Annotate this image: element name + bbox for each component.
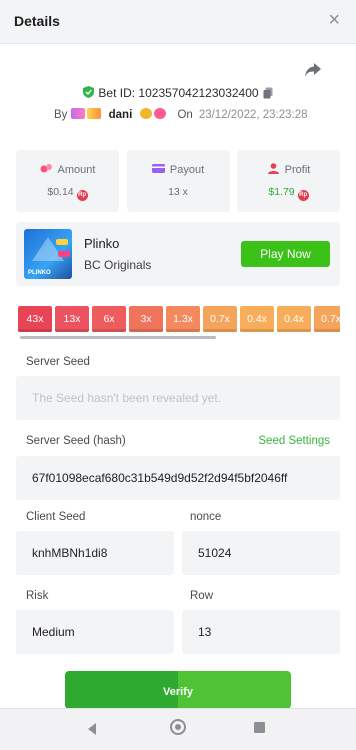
- coin-icon: Rp: [76, 190, 88, 201]
- server-seed-hash-field[interactable]: 67f01098ecaf680c31b549d9d52f2d94f5bf2046…: [16, 456, 340, 500]
- game-name: Plinko: [84, 236, 120, 251]
- client-seed-label: Client Seed: [26, 511, 86, 523]
- game-provider: BC Originals: [84, 258, 152, 272]
- share-icon[interactable]: [304, 62, 322, 78]
- multiplier-chip: 43x: [18, 306, 52, 332]
- multiplier-chip: 1.3x: [166, 306, 200, 332]
- multiplier-chip: 3x: [129, 306, 163, 332]
- shield-check-icon: [83, 86, 95, 98]
- by-label: By: [54, 109, 68, 121]
- profit-value: $1.79: [268, 186, 295, 198]
- star-emoji-icon: [140, 108, 153, 119]
- profit-icon: [267, 163, 279, 174]
- profit-label: Profit: [284, 164, 311, 176]
- multiplier-scrollbar[interactable]: [20, 336, 216, 339]
- row-field[interactable]: 13: [182, 610, 340, 654]
- verify-button[interactable]: Verify: [65, 671, 291, 709]
- risk-label: Risk: [26, 590, 49, 602]
- flower-emoji-icon: [154, 108, 167, 119]
- bet-date: 23/12/2022, 23:23:28: [198, 109, 308, 121]
- nonce-label: nonce: [190, 511, 222, 523]
- amount-icon: [40, 164, 52, 173]
- payout-card: Payout 13 x: [126, 150, 230, 212]
- plinko-thumbnail[interactable]: PLINKO: [24, 229, 72, 279]
- amount-label: Amount: [57, 164, 96, 176]
- system-navigation-bar: [0, 708, 356, 750]
- server-seed-field[interactable]: The Seed hasn't been revealed yet.: [16, 376, 340, 420]
- payout-label: Payout: [169, 164, 205, 176]
- multiplier-strip[interactable]: 43x 13x 6x 3x 1.3x 0.7x 0.4x 0.4x 0.7x: [18, 306, 340, 332]
- bet-stats: Amount $0.14 Rp Payout 13 x Profit $1.79 R…: [16, 150, 340, 212]
- payout-icon: [151, 164, 165, 173]
- multiplier-chip: 0.4x: [240, 306, 274, 332]
- coin-icon: Rp: [297, 190, 309, 201]
- home-icon[interactable]: [170, 719, 186, 735]
- back-icon[interactable]: [88, 723, 96, 735]
- multiplier-chip: 0.7x: [314, 306, 340, 332]
- multiplier-chip: 13x: [55, 306, 89, 332]
- client-seed-field[interactable]: knhMBNh1di8: [16, 531, 174, 575]
- bet-id: Bet ID: 102357042123032400: [98, 86, 259, 100]
- play-now-button[interactable]: Play Now: [241, 241, 330, 267]
- bet-byline: By dani On 23/12/2022, 23:23:28: [54, 108, 308, 121]
- server-seed-label: Server Seed: [26, 356, 90, 368]
- on-label: On: [177, 109, 193, 121]
- user-emoji-icon: [86, 108, 101, 119]
- user-emoji-icon: [70, 108, 85, 119]
- recent-apps-icon[interactable]: [254, 722, 265, 733]
- amount-card: Amount $0.14 Rp: [16, 150, 119, 212]
- row-label: Row: [190, 590, 214, 602]
- username[interactable]: dani: [109, 109, 133, 121]
- nonce-field[interactable]: 51024: [182, 531, 340, 575]
- multiplier-chip: 0.4x: [277, 306, 311, 332]
- game-card: PLINKO Plinko BC Originals Play Now: [16, 222, 340, 286]
- copy-icon[interactable]: [263, 87, 273, 99]
- risk-field[interactable]: Medium: [16, 610, 174, 654]
- page-title: Details: [14, 13, 60, 29]
- seed-settings-link[interactable]: Seed Settings: [258, 435, 330, 447]
- profit-card: Profit $1.79 Rp: [237, 150, 340, 212]
- thumbnail-label: PLINKO: [28, 270, 51, 276]
- server-seed-hash-label: Server Seed (hash): [26, 435, 126, 447]
- multiplier-chip: 0.7x: [203, 306, 237, 332]
- close-icon[interactable]: ×: [328, 10, 340, 30]
- payout-value: 13 x: [168, 186, 188, 198]
- multiplier-chip: 6x: [92, 306, 126, 332]
- amount-value: $0.14: [47, 186, 74, 198]
- details-header: Details ×: [0, 0, 356, 44]
- bet-id-row: Bet ID: 102357042123032400: [0, 86, 356, 100]
